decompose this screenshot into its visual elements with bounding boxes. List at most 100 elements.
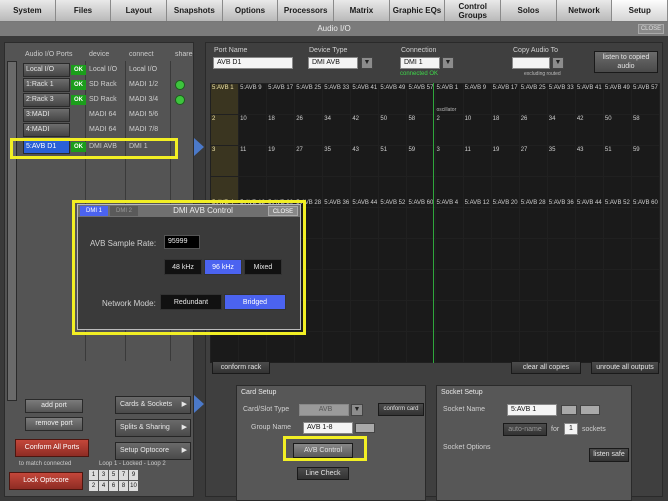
grid-cell[interactable]	[519, 239, 547, 269]
grid-cell[interactable]: 10	[239, 115, 267, 145]
grid-cell[interactable]: 59	[407, 146, 435, 176]
grid-cell[interactable]	[519, 270, 547, 300]
copy-audio-select[interactable]	[512, 57, 550, 69]
grid-cell[interactable]	[407, 270, 435, 300]
device-type-select[interactable]: DMI AVB	[308, 57, 358, 69]
grid-cell[interactable]: 11	[463, 146, 491, 176]
grid-cell[interactable]	[407, 332, 435, 362]
tab-options[interactable]: Options	[223, 0, 279, 21]
add-port-button[interactable]: add port	[25, 399, 83, 413]
port-row[interactable]: 2:Rack 3 OK SD Rack MADI 3/4	[23, 93, 195, 107]
grid-cell[interactable]	[603, 208, 631, 238]
tab-files[interactable]: Files	[56, 0, 112, 21]
grid-cell[interactable]: 35	[323, 146, 351, 176]
clear-all-copies-button[interactable]: clear all copies	[511, 361, 581, 374]
grid-cell[interactable]	[323, 270, 351, 300]
share-indicator-icon[interactable]	[175, 95, 185, 105]
grid-cell[interactable]: 5:AVB 17	[491, 84, 519, 114]
grid-cell[interactable]	[547, 270, 575, 300]
grid-cell[interactable]: 11	[239, 146, 267, 176]
grid-cell[interactable]	[463, 208, 491, 238]
grid-cell[interactable]: 5:AVB 60	[631, 177, 659, 207]
grid-cell[interactable]: 42	[575, 115, 603, 145]
grid-cell[interactable]: 5:AVB 57	[407, 84, 435, 114]
grid-cell[interactable]: 5:AVB 33	[323, 84, 351, 114]
chevron-down-icon[interactable]: ▼	[442, 57, 454, 69]
grid-cell[interactable]	[407, 239, 435, 269]
conform-card-button[interactable]: conform card	[378, 403, 424, 416]
tab-solos[interactable]: Solos	[501, 0, 557, 21]
share-indicator-icon[interactable]	[175, 80, 185, 90]
grid-cell[interactable]	[603, 301, 631, 331]
grid-cell[interactable]	[379, 270, 407, 300]
grid-cell[interactable]: 5:AVB 1	[211, 84, 239, 114]
conform-rack-button[interactable]: conform rack	[212, 361, 270, 374]
grid-cell[interactable]	[379, 239, 407, 269]
grid-cell[interactable]	[631, 208, 659, 238]
socket-name-field[interactable]: 5:AVB 1	[507, 404, 557, 416]
grid-cell[interactable]: 5:AVB 25	[295, 84, 323, 114]
grid-cell[interactable]	[519, 332, 547, 362]
grid-cell[interactable]	[631, 301, 659, 331]
cards-sockets-tab[interactable]: Cards & Sockets ▶	[115, 396, 191, 414]
grid-cell[interactable]	[239, 332, 267, 362]
grid-cell[interactable]	[519, 208, 547, 238]
grid-cell[interactable]: 43	[351, 146, 379, 176]
grid-cell[interactable]	[491, 301, 519, 331]
grid-cell[interactable]: 5:AVB 17	[267, 84, 295, 114]
grid-cell[interactable]	[491, 239, 519, 269]
setup-optocore-tab[interactable]: Setup Optocore ▶	[115, 442, 191, 460]
tab-processors[interactable]: Processors	[278, 0, 335, 21]
connection-select[interactable]: DMI 1	[400, 57, 440, 69]
grid-cell[interactable]: 5:AVB 44	[575, 177, 603, 207]
grid-cell[interactable]: 51	[379, 146, 407, 176]
grid-cell[interactable]	[547, 301, 575, 331]
grid-cell[interactable]	[547, 208, 575, 238]
grid-cell[interactable]: 58	[631, 115, 659, 145]
port-name-button[interactable]: 3:MADI	[23, 108, 70, 122]
tab-matrix[interactable]: Matrix	[334, 0, 390, 21]
grid-cell[interactable]: 43	[575, 146, 603, 176]
port-name-field[interactable]: AVB D1	[213, 57, 293, 69]
grid-cell[interactable]: 58	[407, 115, 435, 145]
grid-cell[interactable]: 19	[491, 146, 519, 176]
grid-cell[interactable]	[435, 239, 463, 269]
port-name-button[interactable]: 2:Rack 3	[23, 93, 70, 107]
group-name-field[interactable]: AVB 1-8	[303, 422, 353, 434]
tab-layout[interactable]: Layout	[111, 0, 168, 21]
chevron-down-icon[interactable]: ▼	[351, 404, 363, 416]
conform-all-ports-button[interactable]: Conform All Ports	[15, 439, 89, 457]
grid-cell[interactable]	[575, 270, 603, 300]
grid-cell[interactable]	[575, 239, 603, 269]
grid-cell[interactable]: 5:AVB 57	[631, 84, 659, 114]
grid-cell[interactable]: 5:AVB 41	[575, 84, 603, 114]
grid-cell[interactable]	[295, 332, 323, 362]
port-name-button[interactable]: 4:MADI	[23, 123, 70, 137]
grid-cell[interactable]: 42	[351, 115, 379, 145]
listen-safe-button[interactable]: listen safe	[589, 448, 629, 462]
port-name-button[interactable]: Local I/O	[23, 63, 70, 77]
grid-cell[interactable]	[519, 301, 547, 331]
scrollbar[interactable]	[7, 61, 17, 401]
grid-cell[interactable]: 35	[547, 146, 575, 176]
grid-cell[interactable]	[379, 301, 407, 331]
grid-cell[interactable]: 5:AVB 12	[463, 177, 491, 207]
listen-copied-audio-button[interactable]: listen to copied audio	[594, 51, 658, 73]
grid-cell[interactable]	[631, 270, 659, 300]
keyboard-icon[interactable]	[580, 405, 600, 415]
grid-cell[interactable]	[491, 270, 519, 300]
tab-setup[interactable]: Setup	[612, 0, 668, 21]
lock-optocore-button[interactable]: Lock Optocore	[9, 472, 83, 490]
grid-cell[interactable]	[435, 270, 463, 300]
grid-cell[interactable]	[631, 239, 659, 269]
grid-cell[interactable]: 5:AVB 49	[603, 84, 631, 114]
grid-cell[interactable]	[379, 208, 407, 238]
tab-system[interactable]: System	[0, 0, 56, 21]
grid-cell[interactable]: 5:AVB 49	[379, 84, 407, 114]
grid-cell[interactable]	[407, 208, 435, 238]
grid-cell[interactable]	[575, 332, 603, 362]
port-name-button[interactable]: 1:Rack 1	[23, 78, 70, 92]
grid-cell[interactable]: 5:AVB 44	[351, 177, 379, 207]
tab-snapshots[interactable]: Snapshots	[167, 0, 223, 21]
grid-cell[interactable]: 34	[547, 115, 575, 145]
